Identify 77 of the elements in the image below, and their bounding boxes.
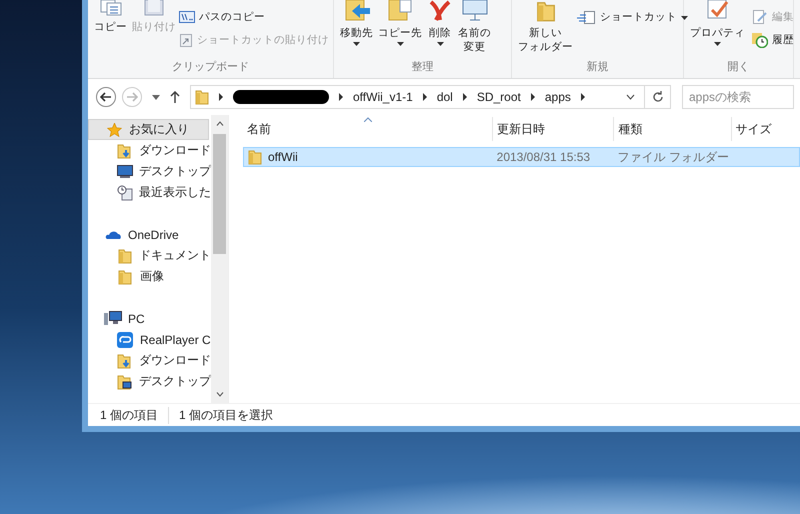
scroll-down-icon[interactable] bbox=[216, 392, 224, 397]
scroll-up-icon[interactable] bbox=[216, 121, 224, 126]
search-field[interactable]: appsの検索 bbox=[682, 85, 794, 109]
column-header[interactable]: 名前 bbox=[243, 117, 494, 141]
computer-icon bbox=[104, 311, 122, 326]
nav-item[interactable]: ダウンロード bbox=[88, 140, 211, 161]
chevron-icon[interactable] bbox=[580, 93, 586, 101]
folder-icon bbox=[118, 268, 132, 284]
dropdown-icon[interactable] bbox=[626, 94, 635, 100]
chevron-icon[interactable] bbox=[338, 93, 344, 101]
file-type: ファイル フォルダー bbox=[618, 148, 729, 166]
back-button[interactable] bbox=[96, 87, 116, 107]
nav-item[interactable]: ダウンロード bbox=[88, 350, 211, 371]
chevron-icon[interactable] bbox=[218, 93, 224, 101]
breadcrumb[interactable]: dol bbox=[436, 90, 453, 104]
folder-icon bbox=[195, 89, 209, 105]
nav-item[interactable]: 最近表示した bbox=[88, 182, 211, 203]
folder-clock-icon bbox=[752, 32, 768, 48]
ribbon-button[interactable]: ショートカット bbox=[576, 8, 688, 26]
star-icon bbox=[106, 122, 122, 136]
file-row[interactable]: offWii 2013/08/31 15:53 ファイル フォルダー bbox=[243, 147, 800, 167]
file-name: offWii bbox=[268, 150, 298, 164]
shortcut-icon bbox=[179, 33, 193, 47]
nav-item[interactable]: PC bbox=[88, 308, 211, 329]
group-label: 新規 bbox=[586, 60, 608, 75]
pencil-document-icon bbox=[752, 10, 768, 24]
column-header[interactable]: 種類 bbox=[614, 117, 732, 141]
shortcut-icon bbox=[576, 10, 596, 24]
ribbon-button[interactable]: 新しい フォルダー bbox=[516, 0, 575, 54]
breadcrumb[interactable]: SD_root bbox=[476, 90, 521, 104]
forward-icon bbox=[126, 92, 138, 102]
scrollbar-thumb[interactable] bbox=[213, 134, 226, 254]
modified-date: 2013/08/31 15:53 bbox=[496, 150, 590, 164]
chevron-icon[interactable] bbox=[462, 93, 468, 101]
recent-places-icon bbox=[116, 184, 132, 200]
cloud-icon bbox=[104, 229, 122, 240]
folder-download-icon bbox=[117, 352, 132, 368]
path-icon bbox=[179, 11, 195, 23]
refresh-icon bbox=[652, 91, 664, 103]
app-icon bbox=[117, 332, 133, 348]
nav-item[interactable]: OneDrive bbox=[88, 224, 211, 245]
folder-download-icon bbox=[117, 142, 132, 158]
monitor-icon bbox=[460, 0, 490, 22]
ribbon-button[interactable]: 履歴 bbox=[752, 31, 794, 49]
up-arrow-icon[interactable] bbox=[170, 91, 180, 103]
group-label: クリップボード bbox=[172, 60, 249, 75]
ribbon-button[interactable]: 削除 bbox=[425, 0, 455, 46]
breadcrumb[interactable]: apps bbox=[544, 90, 571, 104]
ribbon-button[interactable]: 移動先 bbox=[338, 0, 375, 46]
ribbon-button[interactable]: 名前の 変更 bbox=[456, 0, 493, 54]
chevron-icon[interactable] bbox=[422, 93, 428, 101]
breadcrumb[interactable]: offWii_v1-1 bbox=[353, 90, 413, 104]
group-label: 開く bbox=[728, 60, 750, 75]
back-icon bbox=[100, 92, 112, 102]
ribbon-button[interactable]: プロパティ bbox=[688, 0, 747, 46]
folder-icon bbox=[248, 149, 262, 165]
ribbon-button[interactable]: コピー先 bbox=[376, 0, 424, 46]
address-bar[interactable]: offWii_v1-1 dol SD_root apps bbox=[190, 85, 671, 109]
status-text: 1 個の項目 bbox=[100, 406, 160, 424]
ribbon-button[interactable]: コピー bbox=[92, 0, 129, 34]
nav-item[interactable]: 画像 bbox=[88, 266, 211, 287]
chevron-icon[interactable] bbox=[530, 93, 536, 101]
nav-item[interactable]: デスクトップ bbox=[88, 371, 211, 392]
scrollbar[interactable] bbox=[211, 115, 228, 403]
nav-item[interactable]: お気に入り bbox=[88, 119, 209, 140]
nav-item[interactable]: デスクトップ bbox=[88, 161, 211, 182]
caret-icon[interactable] bbox=[152, 94, 160, 100]
folder-icon bbox=[118, 248, 132, 264]
status-text: 1 個の項目を選択 bbox=[168, 406, 284, 424]
column-header[interactable]: サイズ bbox=[732, 117, 800, 141]
nav-item[interactable]: ドキュメント bbox=[88, 245, 211, 266]
nav-item[interactable]: RealPlayer C bbox=[88, 329, 211, 350]
column-header[interactable]: 更新日時 bbox=[493, 117, 614, 141]
group-label: 整理 bbox=[412, 60, 434, 75]
folder-monitor-icon bbox=[117, 374, 132, 390]
ribbon-button[interactable]: パスのコピー bbox=[179, 8, 329, 26]
monitor-icon bbox=[116, 165, 132, 178]
